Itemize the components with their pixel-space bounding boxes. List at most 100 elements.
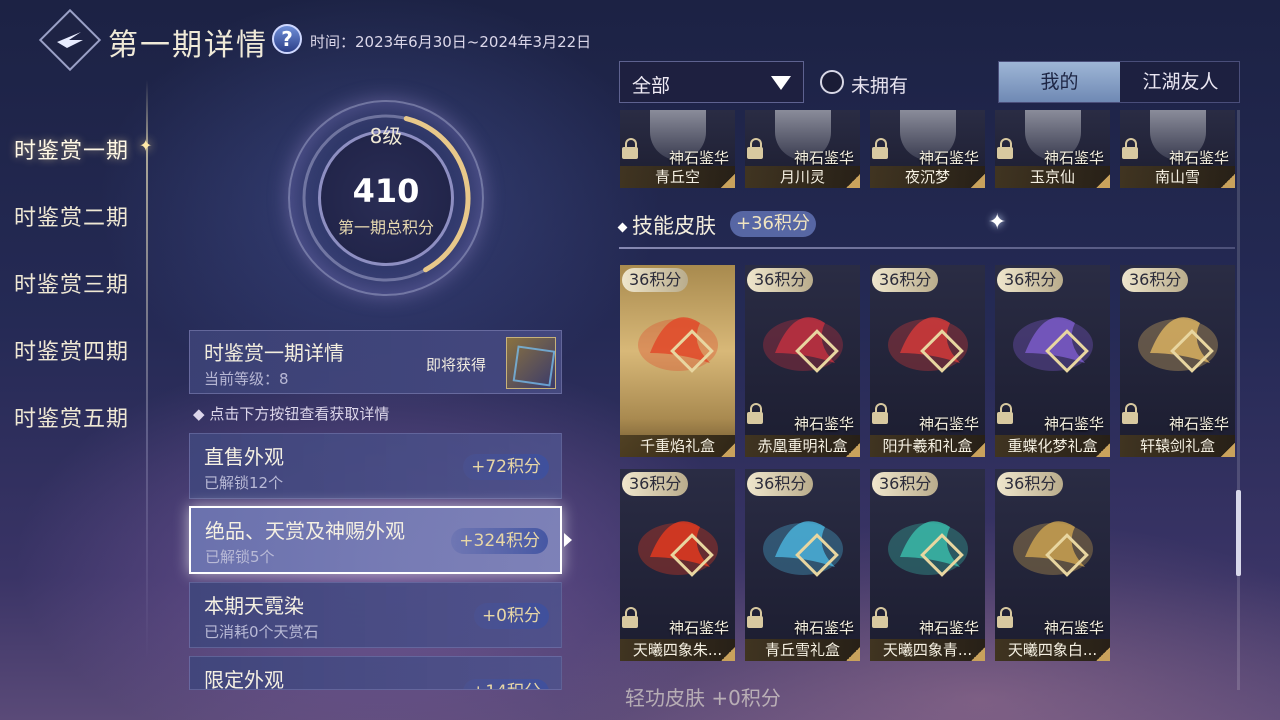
skill-skin-card[interactable]: 36积分 神石鉴华 天曦四象白... [995,469,1110,661]
card-source: 神石鉴华 [668,619,729,637]
category-sub: 已解锁5个 [205,548,275,566]
tab-period-1[interactable]: 时鉴赏一期 [14,133,129,165]
section-divider [619,247,1235,249]
lock-icon [1122,138,1140,160]
total-score: 410 [352,172,420,210]
skill-skin-card[interactable]: 36积分神石鉴华阳升羲和礼盒 [870,265,985,457]
filter-value: 全部 [632,75,671,97]
category-points: +324积分 [451,528,548,554]
lock-icon [872,403,890,425]
category-direct-sale[interactable]: 直售外观 已解锁12个 +72积分 [189,433,562,499]
period-detail-panel[interactable]: 时鉴赏一期详情 当前等级：8 即将获得 [189,330,562,394]
skill-skin-card[interactable]: 36积分 神石鉴华 轩辕剑礼盒 [1120,265,1235,457]
current-level: 当前等级：8 [204,370,289,388]
back-arrow-icon [50,20,90,60]
lock-icon [747,403,765,425]
category-premium[interactable]: 绝品、天赏及神赐外观 已解锁5个 +324积分 [189,506,562,574]
tab-period-2[interactable]: 时鉴赏二期 [14,200,129,232]
lock-icon [997,138,1015,160]
skin-art [880,497,976,593]
period-time: 时间：2023年6月30日~2024年3月22日 [310,33,592,51]
card-name: 天曦四象朱... [620,639,735,661]
tab-period-4[interactable]: 时鉴赏四期 [14,334,129,366]
skill-skin-card[interactable]: 36积分 神石鉴华 天曦四象青... [870,469,985,661]
tab-period-3[interactable]: 时鉴赏三期 [14,267,129,299]
card-points: 36积分 [747,472,814,496]
active-star-icon: ✦ [139,136,153,155]
level-ring: 8级 410 第一期总积分 [288,100,484,296]
page-title: 第一期详情 [108,28,268,63]
skin-art [755,497,851,593]
category-points: +72积分 [463,454,549,480]
tab-divider [146,80,148,660]
card-name: 夜沉梦 [870,166,985,188]
lock-icon [622,138,640,160]
skin-art [880,293,976,389]
skill-skin-card[interactable]: 36积分千重焰礼盒 [620,265,735,457]
back-button[interactable] [38,8,102,72]
lock-icon [997,403,1015,425]
card-name: 青丘空 [620,166,735,188]
appearance-card[interactable]: 神石鉴华 南山雪 [1120,110,1235,188]
category-name: 绝品、天赏及神赐外观 [205,519,405,543]
card-source: 神石鉴华 [1168,149,1229,167]
skill-skin-card[interactable]: 36积分 神石鉴华 赤凰重明礼盒 [745,265,860,457]
category-dye[interactable]: 本期天霓染 已消耗0个天赏石 +0积分 [189,582,562,648]
skill-skin-card[interactable]: 36积分神石鉴华重蝶化梦礼盒 [995,265,1110,457]
upcoming-reward-thumbnail[interactable] [506,337,556,389]
skin-art [1130,293,1226,389]
card-name: 重蝶化梦礼盒 [995,435,1110,457]
skill-skin-card[interactable]: 36积分 神石鉴华 青丘雪礼盒 [745,469,860,661]
dropdown-arrow-icon [771,76,791,90]
category-sub: 已消耗0个天赏石 [204,623,319,641]
scrollbar-thumb[interactable] [1236,490,1241,576]
next-section-peek: 轻功皮肤 +0积分 [625,686,781,710]
tab-mine[interactable]: 我的 [999,62,1120,102]
category-sub: 已解锁12个 [204,474,284,492]
total-score-label: 第一期总积分 [337,218,434,237]
tab-friends[interactable]: 江湖友人 [1120,62,1241,102]
upcoming-reward-label: 即将获得 [426,356,487,374]
skin-art [1005,497,1101,593]
card-source: 神石鉴华 [918,149,979,167]
card-points: 36积分 [622,472,689,496]
appearance-card[interactable]: 神石鉴华 玉京仙 [995,110,1110,188]
appearance-card[interactable]: 神石鉴华 夜沉梦 [870,110,985,188]
card-name: 千重焰礼盒 [620,435,735,457]
card-name: 玉京仙 [995,166,1110,188]
card-name: 轩辕剑礼盒 [1120,435,1235,457]
card-name: 青丘雪礼盒 [745,639,860,661]
scrollbar-track[interactable] [1237,110,1240,690]
card-points: 36积分 [997,472,1064,496]
lock-icon [1122,403,1140,425]
skin-art [1005,293,1101,389]
card-source: 神石鉴华 [1043,619,1104,637]
card-points: 36积分 [872,268,939,292]
category-name: 直售外观 [204,445,284,469]
section-title: 技能皮肤 [617,210,716,240]
card-source: 神石鉴华 [1043,415,1104,433]
card-name: 阳升羲和礼盒 [870,435,985,457]
skill-skin-card[interactable]: 36积分神石鉴华天曦四象朱... [620,469,735,661]
category-points: +0积分 [473,603,549,629]
card-source: 神石鉴华 [918,415,979,433]
lock-icon [872,607,890,629]
unowned-radio[interactable] [820,70,844,94]
category-limited[interactable]: 限定外观 +14积分 [189,656,562,690]
card-points: 36积分 [622,268,689,292]
category-name: 本期天霓染 [204,594,304,618]
card-points: 36积分 [1122,268,1189,292]
lock-icon [997,607,1015,629]
appearance-card[interactable]: 神石鉴华 青丘空 [620,110,735,188]
card-name: 天曦四象青... [870,639,985,661]
card-points: 36积分 [997,268,1064,292]
selected-arrow-icon [564,533,572,547]
hint-text: ◆ 点击下方按钮查看获取详情 [193,405,390,423]
sparkle-icon: ✦ [988,210,1007,235]
filter-dropdown[interactable]: 全部 [619,61,804,103]
unowned-label[interactable]: 未拥有 [851,71,908,98]
help-icon[interactable]: ? [272,24,302,54]
tab-period-5[interactable]: 时鉴赏五期 [14,401,129,433]
owner-segment: 我的 江湖友人 [998,61,1240,103]
appearance-card[interactable]: 神石鉴华 月川灵 [745,110,860,188]
